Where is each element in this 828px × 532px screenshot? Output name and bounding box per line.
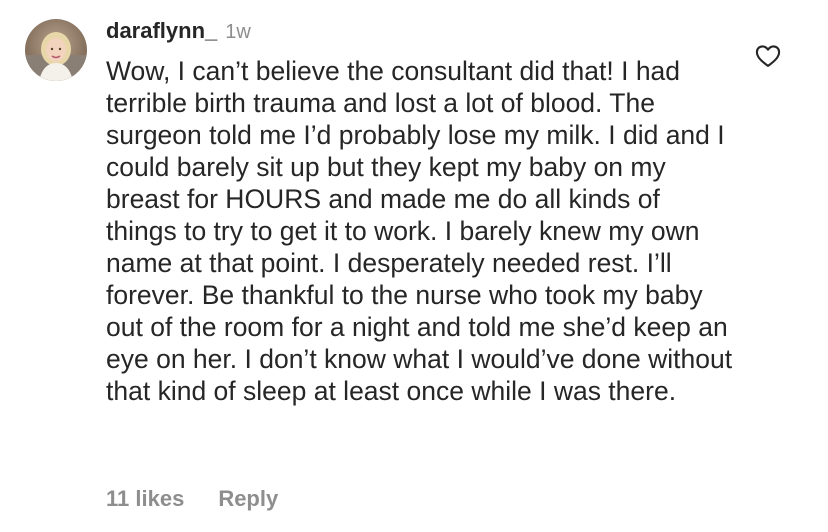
comment-header: daraflynn_ 1w — [106, 18, 251, 48]
user-avatar-photo-icon — [25, 19, 87, 81]
comment-footer: 11 likes Reply — [106, 486, 278, 512]
likes-count[interactable]: 11 likes — [106, 486, 184, 512]
username[interactable]: daraflynn_ — [106, 18, 217, 44]
comment-text: Wow, I can’t believe the consultant did … — [106, 56, 733, 406]
avatar[interactable] — [25, 19, 87, 81]
reply-button[interactable]: Reply — [218, 486, 278, 512]
like-heart-icon[interactable] — [754, 42, 782, 70]
comment: daraflynn_ 1w Wow, I can’t believe the c… — [0, 0, 828, 532]
timestamp[interactable]: 1w — [225, 21, 251, 44]
